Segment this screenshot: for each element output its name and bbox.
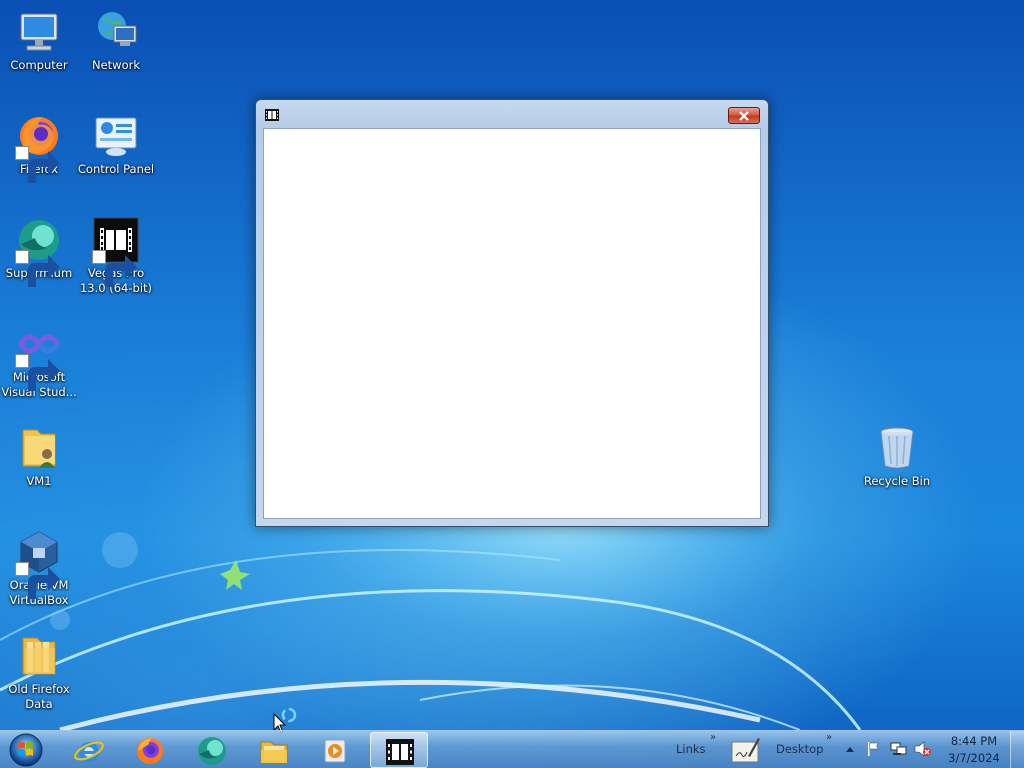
window-titlebar[interactable]	[256, 100, 768, 128]
shortcut-arrow-icon	[92, 250, 137, 287]
film-strip-icon	[386, 739, 414, 765]
desktop-icon-virtualbox[interactable]: Oracle VM VirtualBox	[0, 528, 78, 608]
media-player-icon	[324, 739, 346, 763]
window-client-area[interactable]	[263, 128, 761, 519]
firefox-icon	[137, 738, 163, 764]
taskbar-clock[interactable]: 8:44 PM 3/7/2024	[942, 733, 1006, 767]
desktop-icon-firefox[interactable]: Firefox	[0, 112, 78, 183]
supermium-icon	[15, 216, 63, 287]
taskbar-firefox[interactable]	[123, 732, 177, 768]
taskbar-file-explorer[interactable]	[247, 732, 301, 768]
desktop-icon-label: Recycle Bin	[863, 474, 931, 488]
desktop-icon-label: Old Firefox Data	[8, 682, 70, 711]
windows-start-orb-icon	[9, 733, 43, 767]
shortcut-arrow-icon	[15, 562, 60, 599]
links-toolbar-chevron[interactable]: »	[710, 732, 716, 743]
app-window[interactable]	[255, 99, 769, 527]
desktop-icon-control-panel[interactable]: Control Panel	[77, 112, 155, 177]
file-explorer-icon	[260, 741, 288, 764]
vegas-pro-icon	[92, 216, 140, 287]
show-desktop-button[interactable]	[1010, 731, 1024, 768]
action-center-flag-icon[interactable]	[866, 741, 882, 757]
taskbar-media-player[interactable]	[308, 732, 362, 768]
control-panel-icon	[92, 112, 140, 160]
desktop-toolbar-label[interactable]: Desktop	[776, 742, 823, 756]
recycle-bin-icon	[873, 424, 921, 472]
close-icon	[739, 111, 749, 121]
clock-time: 8:44 PM	[950, 734, 998, 748]
supermium-icon	[198, 737, 226, 765]
desktop-icon-recycle-bin[interactable]: Recycle Bin	[858, 424, 936, 489]
network-tray-icon[interactable]	[890, 741, 908, 757]
desktop-icon-computer[interactable]: Computer	[0, 8, 78, 73]
shortcut-arrow-icon	[15, 354, 60, 391]
visual-studio-icon	[15, 320, 63, 391]
links-toolbar-label[interactable]: Links	[676, 742, 706, 756]
desktop-icon-old-firefox-data[interactable]: Old Firefox Data	[0, 632, 78, 712]
taskbar-vegas-pro-active[interactable]	[370, 732, 428, 768]
desktop-icon-network[interactable]: Network	[77, 8, 155, 73]
clock-date: 3/7/2024	[948, 751, 1000, 765]
taskbar: Links » Desktop »	[0, 730, 1024, 768]
desktop-icon-vegas-pro[interactable]: Vegas Pro 13.0 (64-bit)	[77, 216, 155, 296]
folder-icon	[15, 632, 63, 680]
notepad-pen-icon[interactable]	[730, 734, 762, 764]
taskbar-supermium[interactable]	[185, 732, 239, 768]
desktop-icon-label: Network	[91, 58, 141, 72]
network-icon	[92, 8, 140, 56]
volume-muted-icon[interactable]	[914, 741, 932, 757]
folder-user-icon	[15, 424, 63, 472]
internet-explorer-icon	[74, 741, 104, 762]
up-arrow-icon[interactable]	[845, 745, 855, 753]
film-strip-icon	[265, 109, 279, 121]
desktop-icon-vm1[interactable]: VM1	[0, 424, 78, 489]
close-button[interactable]	[728, 107, 760, 124]
desktop-icon-supermium[interactable]: Supermium	[0, 216, 78, 287]
virtualbox-icon	[15, 528, 63, 599]
firefox-icon	[15, 112, 63, 183]
shortcut-arrow-icon	[15, 250, 60, 287]
desktop-icon-visual-studio[interactable]: Microsoft Visual Stud...	[0, 320, 78, 400]
desktop-icon-label: VM1	[26, 474, 52, 488]
start-button[interactable]	[4, 732, 48, 768]
shortcut-arrow-icon	[15, 146, 60, 183]
computer-icon	[15, 8, 63, 56]
desktop-toolbar-chevron[interactable]: »	[826, 732, 832, 743]
taskbar-internet-explorer[interactable]	[62, 732, 116, 768]
desktop-icon-label: Control Panel	[77, 162, 155, 176]
desktop-icon-label: Computer	[10, 58, 68, 72]
